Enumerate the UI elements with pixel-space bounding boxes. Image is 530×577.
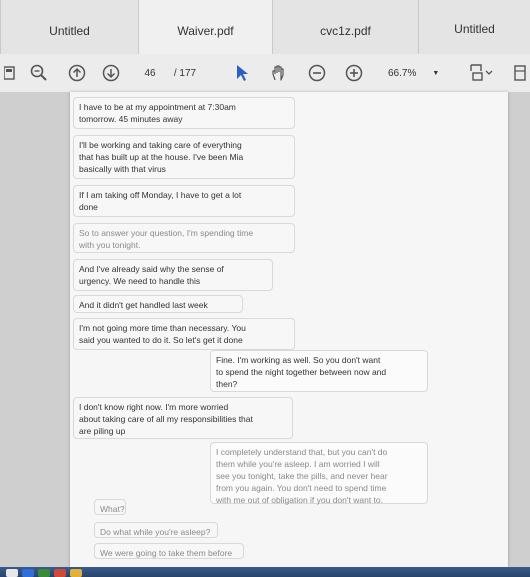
sign-tool-icon[interactable]: [466, 62, 496, 84]
os-taskbar: [0, 567, 530, 577]
message-bubble-left: If I am taking off Monday, I have to get…: [73, 185, 295, 217]
message-bubble-left: I'll be working and taking care of every…: [73, 135, 295, 179]
message-bubble-left: Do what while you're asleep?: [94, 522, 218, 538]
select-cursor-icon[interactable]: [232, 62, 252, 84]
hand-tool-icon[interactable]: [268, 62, 290, 84]
word-app-icon[interactable]: [22, 569, 34, 577]
message-bubble-left: What?: [94, 499, 126, 515]
message-bubble-left: And I've already said why the sense of u…: [73, 259, 273, 291]
tab-bar: Untitled Waiver.pdf cvc1z.pdf Untitled: [0, 0, 530, 54]
message-bubble-left: So to answer your question, I'm spending…: [73, 223, 295, 253]
zoom-out-magnifier-icon[interactable]: [28, 62, 50, 84]
message-bubble-left: I have to be at my appointment at 7:30am…: [73, 97, 295, 129]
message-bubble-right: Fine. I'm working as well. So you don't …: [210, 350, 428, 392]
zoom-out-icon[interactable]: [306, 62, 328, 84]
message-bubble-left: And it didn't get handled last week: [73, 295, 243, 313]
zoom-level-select[interactable]: 66.7% ▼: [380, 62, 440, 84]
message-bubble-left: We were going to take them before: [94, 543, 244, 559]
pdf-page: I have to be at my appointment at 7:30am…: [70, 92, 508, 567]
page-total-label: / 177: [173, 67, 197, 79]
tab-untitled-2[interactable]: Untitled: [418, 0, 530, 54]
save-icon[interactable]: [0, 62, 20, 84]
zoom-level-value: 66.7%: [388, 67, 417, 79]
message-bubble-left: I'm not going more time than necessary. …: [73, 318, 295, 350]
tab-cvc1z-pdf[interactable]: cvc1z.pdf: [272, 0, 418, 54]
folder-app-icon[interactable]: [70, 569, 82, 577]
sidebar-toggle-icon[interactable]: [510, 62, 530, 84]
start-icon[interactable]: [6, 569, 18, 577]
page-number-input[interactable]: 46: [138, 62, 162, 84]
next-page-icon[interactable]: [100, 62, 122, 84]
message-bubble-right: I completely understand that, but you ca…: [210, 442, 428, 505]
pdf-app-icon[interactable]: [54, 569, 66, 577]
zoom-in-icon[interactable]: [343, 62, 365, 84]
previous-page-icon[interactable]: [66, 62, 88, 84]
message-bubble-left: I don't know right now. I'm more worried…: [73, 397, 293, 439]
pdf-toolbar: 46 / 177 66.7% ▼: [0, 54, 530, 93]
chevron-down-icon: ▼: [432, 69, 440, 77]
tab-waiver-pdf[interactable]: Waiver.pdf: [138, 0, 272, 54]
tab-untitled-1[interactable]: Untitled: [0, 0, 138, 54]
excel-app-icon[interactable]: [38, 569, 50, 577]
document-viewport[interactable]: I have to be at my appointment at 7:30am…: [0, 92, 530, 567]
